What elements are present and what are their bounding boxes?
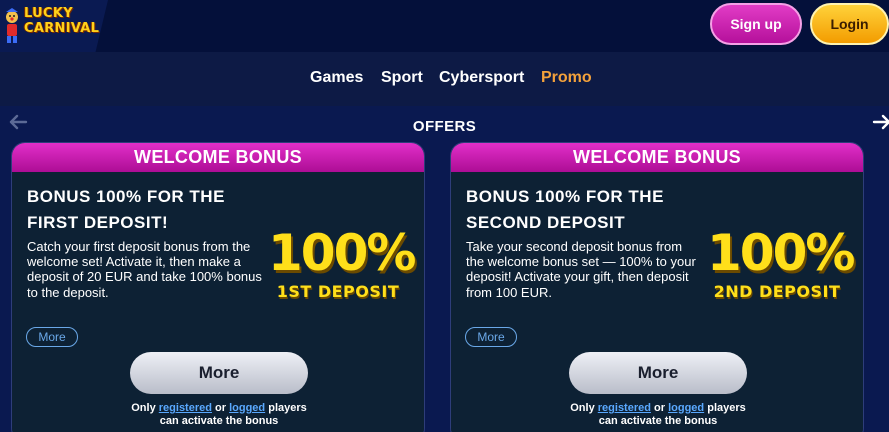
arrow-right-icon[interactable] (872, 112, 889, 132)
logo-line-2: CARNIVAL (24, 21, 100, 36)
bonus-card-first-deposit: WELCOME BONUS BONUS 100% FOR THE FIRST D… (11, 142, 425, 432)
nav-item-promo[interactable]: Promo (541, 69, 592, 87)
logo-text: LUCKY CARNIVAL (24, 6, 99, 36)
top-header: LUCKY CARNIVAL Sign up Login (0, 0, 889, 54)
bonus-percent-badge: 100% (268, 224, 416, 282)
note-or: or (215, 402, 227, 414)
nav-item-cybersport[interactable]: Cybersport (439, 69, 524, 87)
registered-link[interactable]: registered (159, 402, 212, 414)
note-or: or (654, 402, 666, 414)
card-description: Catch your first deposit bonus from the … (27, 239, 262, 300)
clown-mascot-icon (6, 8, 18, 43)
card-description: Take your second deposit bonus from the … (466, 239, 696, 300)
more-button[interactable]: More (130, 352, 308, 394)
offers-title: OFFERS (412, 118, 477, 135)
nav-item-games[interactable]: Games (310, 69, 363, 87)
logo[interactable]: LUCKY CARNIVAL (0, 0, 108, 54)
card-header: WELCOME BONUS (451, 143, 863, 172)
login-button[interactable]: Login (810, 3, 889, 45)
logo-line-1: LUCKY (24, 6, 73, 21)
more-link[interactable]: More (26, 327, 78, 347)
card-title-line-1: BONUS 100% FOR THE (466, 187, 664, 206)
more-link[interactable]: More (465, 327, 517, 347)
note-only: Only (570, 402, 595, 414)
note-players: players (268, 402, 307, 414)
note-only: Only (131, 402, 156, 414)
card-body: BONUS 100% FOR THE SECOND DEPOSIT Take y… (451, 172, 863, 432)
note-players: players (707, 402, 746, 414)
signup-button[interactable]: Sign up (710, 3, 802, 45)
card-title-line-1: BONUS 100% FOR THE (27, 187, 225, 206)
card-body: BONUS 100% FOR THE FIRST DEPOSIT! Catch … (12, 172, 424, 432)
card-header: WELCOME BONUS (12, 143, 424, 172)
logged-link[interactable]: logged (668, 402, 704, 414)
card-title-line-2: SECOND DEPOSIT (466, 213, 626, 232)
card-title: BONUS 100% FOR THE FIRST DEPOSIT! (27, 184, 277, 236)
bonus-card-second-deposit: WELCOME BONUS BONUS 100% FOR THE SECOND … (450, 142, 864, 432)
main-nav: Games Sport Cybersport Promo (0, 52, 889, 106)
registered-link[interactable]: registered (598, 402, 651, 414)
activation-note: Only registered or logged players can ac… (531, 402, 785, 428)
note-line-2: can activate the bonus (598, 415, 718, 427)
bonus-deposit-label: 1ST DEPOSIT (276, 282, 400, 301)
more-button[interactable]: More (569, 352, 747, 394)
bonus-deposit-label: 2ND DEPOSIT (713, 282, 841, 301)
activation-note: Only registered or logged players can ac… (92, 402, 346, 428)
nav-item-sport[interactable]: Sport (381, 69, 423, 87)
note-line-2: can activate the bonus (159, 415, 279, 427)
logged-link[interactable]: logged (229, 402, 265, 414)
card-title-line-2: FIRST DEPOSIT! (27, 213, 169, 232)
bonus-percent-badge: 100% (707, 224, 855, 282)
card-title: BONUS 100% FOR THE SECOND DEPOSIT (466, 184, 716, 236)
